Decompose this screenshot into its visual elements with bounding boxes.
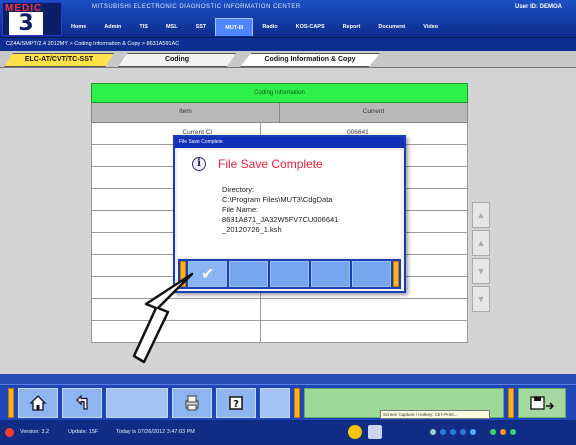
dialog-blank-button bbox=[352, 261, 391, 287]
up-icon: ▲ bbox=[476, 238, 486, 248]
directory-label: Directory: bbox=[222, 185, 255, 194]
scroll-down-button[interactable]: ▼ bbox=[472, 258, 490, 284]
dialog-message: Directory: C:\Program Files\MUT3\CdgData… bbox=[222, 185, 338, 235]
capture-icon[interactable] bbox=[368, 425, 382, 439]
tray-icon[interactable] bbox=[470, 429, 476, 435]
home-icon bbox=[29, 395, 47, 411]
svg-text:?: ? bbox=[233, 399, 239, 410]
menu-msl[interactable]: MSL bbox=[157, 18, 187, 36]
table-scroll-controls: ▲ ▲ ▼ ▼ bbox=[472, 202, 490, 352]
filename-label: File Name: bbox=[222, 205, 259, 214]
menu-kos-caps[interactable]: KOS-CAPS bbox=[287, 18, 334, 36]
dialog-body: i File Save Complete Directory: C:\Progr… bbox=[178, 150, 401, 257]
dialog-bar-right-edge bbox=[393, 261, 399, 287]
main-menu: Home Admin TIS MSL SST MUT-III Radio KOS… bbox=[62, 18, 447, 36]
double-up-icon: ▲ bbox=[476, 210, 486, 220]
cell-current bbox=[260, 321, 467, 342]
scroll-up-button[interactable]: ▲ bbox=[472, 230, 490, 256]
dialog-heading: File Save Complete bbox=[218, 157, 323, 171]
tray-icon[interactable] bbox=[440, 429, 446, 435]
tray-icon[interactable] bbox=[490, 429, 496, 435]
datetime-text: Today is 07/26/2012 3:47:03 PM bbox=[116, 429, 195, 435]
menu-sst[interactable]: SST bbox=[187, 18, 216, 36]
menu-admin[interactable]: Admin bbox=[95, 18, 130, 36]
menu-tis[interactable]: TIS bbox=[130, 18, 157, 36]
menu-home[interactable]: Home bbox=[62, 18, 95, 36]
tray-icon[interactable] bbox=[460, 429, 466, 435]
menu-radio[interactable]: Radio bbox=[253, 18, 286, 36]
print-button[interactable] bbox=[172, 388, 212, 418]
tray-icon[interactable] bbox=[430, 429, 436, 435]
directory-path: C:\Program Files\MUT3\CdgData bbox=[222, 195, 333, 204]
menu-mut3[interactable]: MUT-III bbox=[215, 18, 254, 36]
filename-line-2: _20120726_1.ksh bbox=[222, 225, 282, 234]
table-title: Coding Information bbox=[91, 83, 468, 103]
dialog-blank-button bbox=[229, 261, 268, 287]
home-button[interactable] bbox=[18, 388, 58, 418]
screen-capture-tooltip: Screen Capture / Hotkey: Ctrl+Print... bbox=[380, 410, 490, 419]
logo-number: 3 bbox=[9, 12, 43, 35]
dialog-blank-button bbox=[311, 261, 350, 287]
status-bar: Version: 3.2 Update: 15F Today is 07/26/… bbox=[0, 420, 576, 445]
scroll-bottom-button[interactable]: ▼ bbox=[472, 286, 490, 312]
toolbar-blank bbox=[106, 388, 168, 418]
save-icon bbox=[530, 396, 555, 410]
menu-document[interactable]: Document bbox=[369, 18, 414, 36]
toolbar-blank bbox=[260, 388, 290, 418]
tray-icon[interactable] bbox=[510, 429, 516, 435]
save-file-button[interactable] bbox=[518, 388, 566, 418]
filename-line-1: 8631A871_JA32W5FV7CU006641 bbox=[222, 215, 339, 224]
tray-icon[interactable] bbox=[500, 429, 506, 435]
dialog-button-bar: ✔ bbox=[178, 259, 401, 289]
file-save-dialog: File Save Complete i File Save Complete … bbox=[173, 135, 406, 293]
tab-coding[interactable]: Coding bbox=[118, 53, 236, 67]
dialog-titlebar: File Save Complete bbox=[175, 137, 404, 148]
tab-strip: ELC-AT/CVT/TC-SST Coding Coding Informat… bbox=[0, 51, 576, 68]
scroll-top-button[interactable]: ▲ bbox=[472, 202, 490, 228]
tab-coding-info-copy[interactable]: Coding Information & Copy bbox=[240, 53, 380, 67]
help-icon: ? bbox=[229, 396, 243, 410]
version-text: Version: 3.2 bbox=[20, 429, 50, 435]
alert-icon[interactable] bbox=[348, 425, 362, 439]
printer-icon bbox=[185, 395, 199, 411]
down-icon: ▼ bbox=[476, 266, 486, 276]
menu-report[interactable]: Report bbox=[334, 18, 370, 36]
breadcrumb: CZ4A/SMPT/2.4 2012MY > Coding Informatio… bbox=[0, 38, 576, 51]
back-button[interactable] bbox=[62, 388, 102, 418]
pointer-arrow-icon bbox=[132, 272, 194, 364]
app-title: MITSUBISHI ELECTRONIC DIAGNOSTIC INFORMA… bbox=[92, 4, 301, 10]
toolbar-mid-edge bbox=[294, 388, 300, 418]
column-header-current: Current bbox=[279, 103, 467, 122]
top-banner: MEDIC 3 MITSUBISHI ELECTRONIC DIAGNOSTIC… bbox=[0, 0, 576, 38]
help-button[interactable]: ? bbox=[216, 388, 256, 418]
checkmark-icon: ✔ bbox=[201, 264, 215, 283]
toolbar-right-edge bbox=[508, 388, 514, 418]
double-down-icon: ▼ bbox=[476, 294, 486, 304]
table-header: Item Current bbox=[91, 103, 468, 123]
tab-elc-at[interactable]: ELC-AT/CVT/TC-SST bbox=[4, 53, 114, 67]
dialog-blank-button bbox=[270, 261, 309, 287]
info-icon: i bbox=[192, 157, 206, 171]
toolbar-top-strip bbox=[0, 374, 576, 384]
cell-current bbox=[260, 299, 467, 320]
connection-status-icon bbox=[5, 428, 14, 437]
menu-video[interactable]: Video bbox=[414, 18, 447, 36]
back-icon bbox=[76, 394, 88, 410]
toolbar-left-edge bbox=[8, 388, 14, 418]
update-text: Update: 15F bbox=[68, 429, 99, 435]
medic-logo: MEDIC 3 bbox=[2, 2, 62, 36]
tray-icon[interactable] bbox=[450, 429, 456, 435]
user-id: User ID: DEMOA bbox=[514, 4, 562, 10]
column-header-item: Item bbox=[179, 108, 192, 115]
